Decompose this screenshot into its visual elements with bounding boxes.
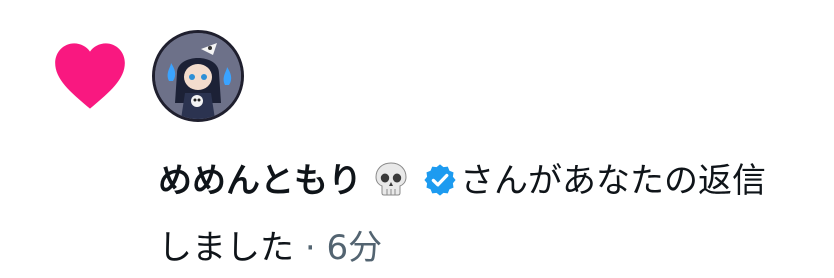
- message-text-line2: しました: [158, 228, 294, 268]
- verified-badge-icon: [422, 162, 458, 207]
- notification-message: めめんともり さんがあなたの返信: [158, 160, 766, 207]
- skull-emoji: [372, 160, 410, 207]
- user-name[interactable]: めめんともり: [158, 161, 362, 201]
- heart-icon: [55, 43, 125, 109]
- timestamp: 6分: [326, 228, 383, 268]
- message-text-line1: さんがあなたの返信: [460, 161, 766, 201]
- user-avatar[interactable]: [152, 30, 244, 122]
- notification-message-line2: しました · 6分: [158, 228, 382, 268]
- separator-dot: ·: [304, 228, 316, 268]
- like-notification[interactable]: めめんともり さんがあなたの返信 しました · 6分: [0, 0, 834, 278]
